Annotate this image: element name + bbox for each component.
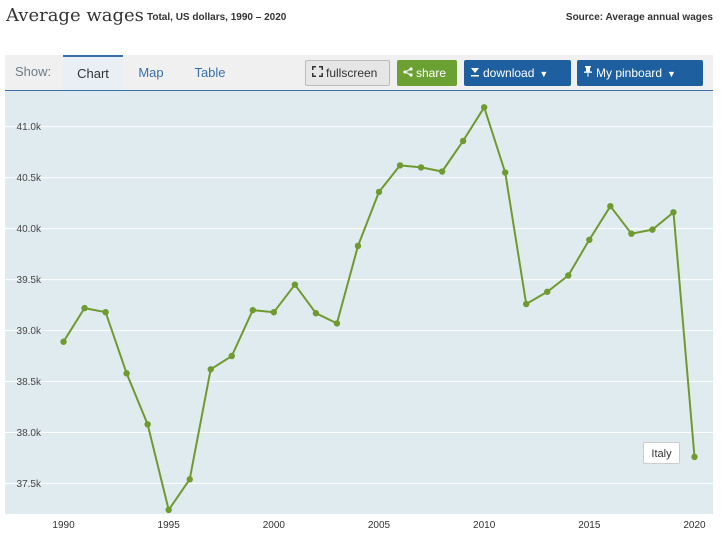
chart-toolbar: Show: Chart Map Table fullscreen share d…: [5, 55, 713, 92]
page-subtitle: Total, US dollars, 1990 – 2020: [147, 12, 287, 23]
data-point: [649, 226, 656, 233]
data-point: [354, 242, 362, 250]
tab-map[interactable]: Map: [130, 55, 172, 90]
data-point: [565, 272, 572, 279]
chevron-down-icon: ▼: [667, 69, 676, 79]
title-bar: Average wages Total, US dollars, 1990 – …: [0, 0, 721, 40]
data-point: [81, 304, 88, 312]
data-point: [333, 320, 341, 327]
data-point: [628, 230, 635, 237]
x-tick-label: 2020: [683, 520, 706, 531]
data-point: [144, 421, 151, 428]
x-tick-label: 2015: [578, 520, 601, 531]
y-tick-label: 41.0k: [17, 122, 42, 133]
download-label: download: [483, 66, 535, 80]
x-tick-label: 2000: [263, 520, 286, 531]
data-point: [375, 188, 383, 196]
tab-table[interactable]: Table: [187, 55, 233, 90]
data-point: [291, 281, 299, 288]
chart-area: 37.5k 38.0k 38.5k 39.0k 39.5k 40.0k 40.5k 41.0k…: [5, 91, 713, 531]
data-point: [523, 300, 530, 308]
download-button[interactable]: download ▼: [464, 60, 571, 86]
y-tick-label: 37.5k: [17, 479, 42, 490]
pinboard-label: My pinboard: [596, 66, 663, 80]
y-tick-label: 39.5k: [17, 275, 42, 286]
data-point: [459, 137, 467, 145]
data-point: [249, 306, 257, 314]
series-label-italy: Italy: [643, 442, 680, 464]
data-point: [544, 288, 551, 295]
share-label: share: [416, 66, 447, 80]
data-point: [228, 352, 235, 360]
x-tick-label: 1990: [52, 520, 75, 531]
page-title: Average wages: [6, 5, 144, 26]
download-icon: [470, 61, 480, 87]
data-point: [60, 338, 67, 345]
y-tick-label: 40.0k: [17, 224, 42, 235]
data-point: [396, 162, 404, 169]
x-tick-label: 1995: [158, 520, 181, 531]
data-point: [586, 236, 593, 244]
data-point: [501, 169, 509, 176]
line-chart: 37.5k 38.0k 38.5k 39.0k 39.5k 40.0k 40.5k 41.0k…: [5, 104, 713, 531]
y-tick-label: 40.5k: [17, 173, 42, 184]
chevron-down-icon: ▼: [539, 69, 549, 79]
series-line-italy: [62, 106, 696, 511]
data-point: [123, 370, 130, 377]
fullscreen-label: fullscreen: [326, 66, 378, 80]
expand-icon: [312, 62, 323, 86]
data-point: [207, 366, 214, 373]
y-tick-label: 39.0k: [17, 326, 42, 337]
data-point: [691, 453, 698, 461]
x-tick-label: 2005: [368, 520, 391, 531]
share-button[interactable]: share: [397, 60, 457, 86]
y-tick-label: 38.5k: [17, 377, 42, 388]
data-point: [312, 310, 320, 317]
show-label: Show:: [15, 64, 52, 79]
data-point: [607, 202, 614, 210]
x-tick-label: 2010: [473, 520, 496, 531]
data-point: [670, 209, 677, 216]
data-point: [417, 164, 425, 171]
data-point: [438, 168, 446, 175]
pinboard-button[interactable]: My pinboard ▼: [577, 60, 703, 86]
fullscreen-button[interactable]: fullscreen: [305, 60, 390, 86]
tab-chart[interactable]: Chart: [63, 55, 123, 90]
source-link[interactable]: Source: Average annual wages: [566, 12, 713, 23]
data-point: [186, 476, 193, 483]
data-point: [480, 104, 488, 111]
data-point: [102, 308, 109, 316]
data-point: [165, 506, 172, 514]
pin-icon: [583, 61, 593, 87]
y-tick-label: 38.0k: [17, 428, 42, 439]
share-icon: [403, 61, 413, 87]
data-point: [270, 308, 278, 316]
